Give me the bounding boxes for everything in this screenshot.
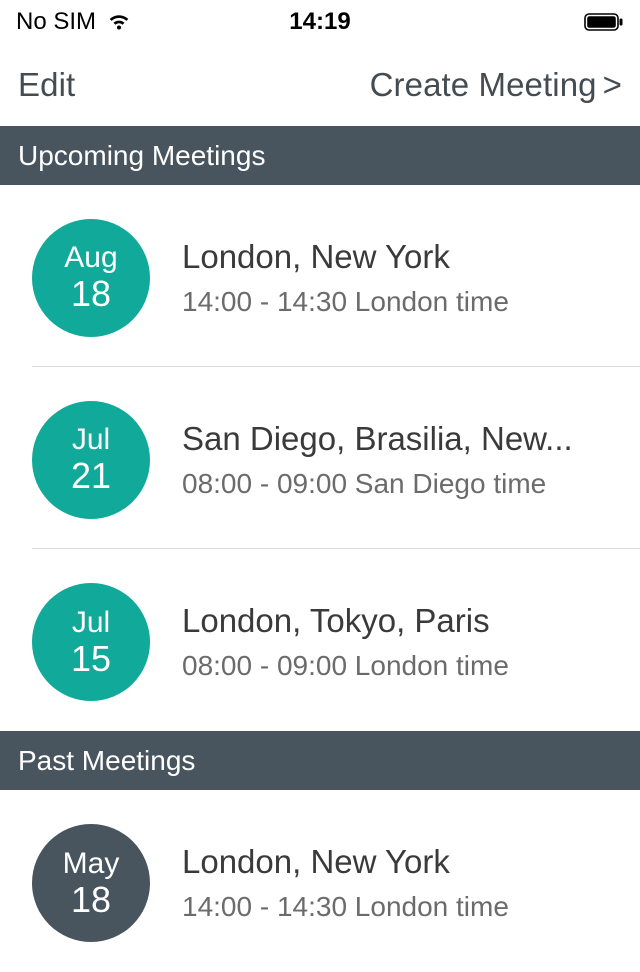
date-day: 21 — [71, 456, 111, 496]
date-circle: Aug 18 — [32, 219, 150, 337]
create-meeting-label: Create Meeting — [370, 66, 597, 104]
meeting-time: 14:00 - 14:30 London time — [182, 891, 590, 923]
status-bar: No SIM 14:19 — [0, 0, 640, 44]
meeting-title: London, New York — [182, 843, 590, 881]
meeting-title: London, Tokyo, Paris — [182, 602, 590, 640]
date-month: Jul — [72, 606, 110, 639]
edit-button[interactable]: Edit — [18, 66, 75, 104]
meeting-title: London, New York — [182, 238, 590, 276]
meeting-info: London, New York 14:00 - 14:30 London ti… — [182, 238, 590, 318]
date-day: 18 — [71, 880, 111, 920]
meeting-info: San Diego, Brasilia, New... 08:00 - 09:0… — [182, 420, 590, 500]
list-item[interactable]: May 18 London, New York 14:00 - 14:30 Lo… — [32, 790, 640, 972]
date-day: 18 — [71, 274, 111, 314]
status-left: No SIM — [16, 8, 132, 36]
date-day: 15 — [71, 639, 111, 679]
meeting-title: San Diego, Brasilia, New... — [182, 420, 590, 458]
date-month: Aug — [64, 241, 117, 274]
meeting-info: London, Tokyo, Paris 08:00 - 09:00 Londo… — [182, 602, 590, 682]
date-circle: Jul 15 — [32, 583, 150, 701]
meeting-time: 14:00 - 14:30 London time — [182, 286, 590, 318]
meeting-time: 08:00 - 09:00 London time — [182, 650, 590, 682]
past-section-header: Past Meetings — [0, 731, 640, 790]
wifi-icon — [106, 12, 132, 32]
date-month: Jul — [72, 423, 110, 456]
past-list: May 18 London, New York 14:00 - 14:30 Lo… — [0, 790, 640, 972]
meeting-time: 08:00 - 09:00 San Diego time — [182, 468, 590, 500]
date-circle: Jul 21 — [32, 401, 150, 519]
list-item[interactable]: Jul 21 San Diego, Brasilia, New... 08:00… — [32, 367, 640, 549]
create-meeting-button[interactable]: Create Meeting > — [370, 66, 622, 104]
upcoming-list: Aug 18 London, New York 14:00 - 14:30 Lo… — [0, 185, 640, 731]
upcoming-section-header: Upcoming Meetings — [0, 126, 640, 185]
list-item[interactable]: Jul 15 London, Tokyo, Paris 08:00 - 09:0… — [32, 549, 640, 731]
status-right — [584, 13, 624, 31]
date-month: May — [63, 847, 120, 880]
nav-bar: Edit Create Meeting > — [0, 44, 640, 126]
date-circle: May 18 — [32, 824, 150, 942]
chevron-right-icon: > — [603, 66, 622, 104]
meeting-info: London, New York 14:00 - 14:30 London ti… — [182, 843, 590, 923]
battery-icon — [584, 13, 624, 31]
carrier-label: No SIM — [16, 8, 96, 36]
list-item[interactable]: Aug 18 London, New York 14:00 - 14:30 Lo… — [32, 185, 640, 367]
